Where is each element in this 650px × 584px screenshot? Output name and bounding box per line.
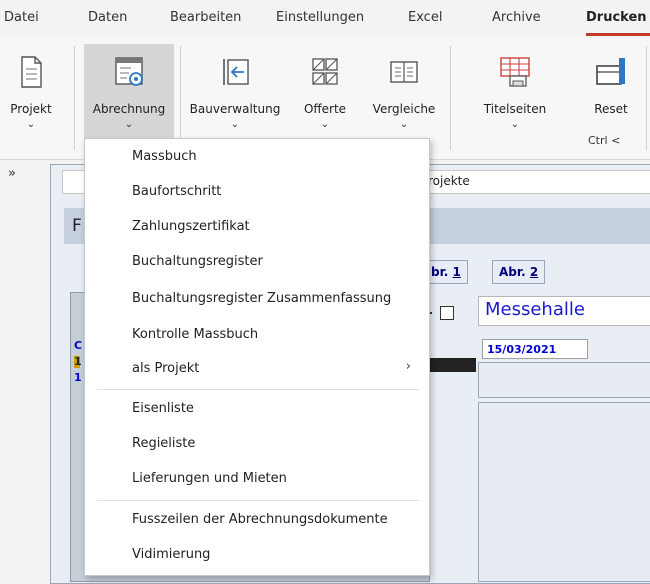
menu-tab-bearbeiten[interactable]: Bearbeiten	[170, 10, 241, 25]
menu-tab-daten[interactable]: Daten	[88, 10, 127, 25]
menu-item-lieferungen-und-mieten[interactable]: Lieferungen und Mieten	[132, 471, 287, 486]
menu-item-massbuch[interactable]: Massbuch	[132, 149, 197, 164]
ribbon-vergleiche-button[interactable]: Vergleiche ⌄	[364, 44, 444, 150]
menu-item-baufortschritt[interactable]: Baufortschritt	[132, 184, 221, 199]
select-checkbox[interactable]	[440, 306, 454, 320]
chevron-down-icon: ⌄	[320, 119, 330, 130]
table-print-icon	[500, 57, 530, 87]
ribbon-separator	[646, 46, 647, 150]
submenu-arrow-icon: ›	[405, 359, 411, 374]
ribbon-label: Projekt	[10, 102, 52, 116]
ribbon-label: Offerte	[303, 102, 347, 116]
menu-item-buchaltungsregister-zusammenfassung[interactable]: Buchaltungsregister Zusammenfassung	[132, 291, 391, 306]
abrechnung-dropdown-menu: Massbuch Baufortschritt Zahlungszertifik…	[84, 138, 430, 576]
menu-item-vidimierung[interactable]: Vidimierung	[132, 547, 210, 562]
tab-prefix: br.	[431, 265, 453, 279]
tab-prefix: Abr.	[499, 265, 530, 279]
ribbon-projekt-button[interactable]: Projekt ⌄	[0, 44, 62, 150]
menu-item-kontrolle-massbuch[interactable]: Kontrolle Massbuch	[132, 327, 258, 342]
chevron-down-icon: ⌄	[510, 119, 520, 130]
selected-row-bar	[424, 358, 476, 372]
menu-separator	[97, 500, 419, 501]
list-item: C	[74, 339, 83, 352]
ribbon-label: Abrechnung	[92, 102, 166, 116]
menu-separator	[97, 389, 419, 390]
menu-tab-datei[interactable]: Datei	[4, 10, 39, 25]
reset-panel-icon	[596, 58, 625, 85]
menu-item-eisenliste[interactable]: Eisenliste	[132, 401, 194, 416]
chevron-down-icon: ⌄	[124, 119, 134, 130]
tab-abr-2[interactable]: Abr. 2	[492, 260, 546, 284]
chevron-down-icon: ⌄	[230, 119, 240, 130]
menu-tab-archive[interactable]: Archive	[492, 10, 541, 25]
ribbon-label: Vergleiche	[372, 102, 436, 116]
ribbon-separator	[450, 46, 451, 150]
project-name-field[interactable]: Messehalle	[478, 296, 650, 326]
ribbon-separator	[180, 46, 181, 150]
invoice-gear-icon	[115, 57, 143, 86]
ribbon-label: Reset	[594, 102, 628, 116]
chevron-down-icon: ⌄	[399, 119, 409, 130]
date-field[interactable]: 15/03/2021	[482, 339, 588, 359]
menu-tab-excel[interactable]: Excel	[408, 10, 442, 25]
menu-item-zahlungszertifikat[interactable]: Zahlungszertifikat	[132, 219, 250, 234]
tab-abr-1[interactable]: br. 1	[424, 260, 468, 284]
ribbon-bauverwaltung-button[interactable]: Bauverwaltung ⌄	[186, 44, 284, 150]
info-panel	[478, 362, 650, 398]
menu-item-fusszeilen[interactable]: Fusszeilen der Abrechnungsdokumente	[132, 512, 388, 527]
ribbon-separator	[74, 46, 75, 150]
tab-number: 2	[529, 265, 539, 279]
document-title: rojekte	[428, 174, 470, 188]
ribbon-group-label: Ctrl <	[588, 134, 621, 147]
menu-tab-drucken[interactable]: Drucken	[586, 10, 647, 25]
ribbon-titelseiten-button[interactable]: Titelseiten ⌄	[456, 44, 574, 150]
menu-bar: Datei Daten Bearbeiten Einstellungen Exc…	[0, 0, 650, 38]
ribbon-abrechnung-button[interactable]: Abrechnung ⌄	[84, 44, 174, 150]
detail-panel	[478, 402, 650, 582]
menu-item-buchaltungsregister[interactable]: Buchaltungsregister	[132, 254, 263, 269]
ribbon-label: Titelseiten	[483, 102, 547, 116]
header-letter: F	[72, 216, 82, 236]
ribbon-label: Bauverwaltung	[189, 102, 281, 116]
tab-number: 1	[452, 265, 461, 279]
compare-columns-icon	[390, 61, 418, 83]
ribbon-offerte-button[interactable]: Offerte ⌄	[290, 44, 360, 150]
arrow-left-box-icon	[223, 59, 249, 85]
list-item: 1	[74, 355, 82, 368]
document-icon	[21, 56, 42, 88]
active-tab-underline	[586, 33, 650, 36]
chevron-down-icon: ⌄	[26, 119, 36, 130]
menu-item-regieliste[interactable]: Regieliste	[132, 436, 195, 451]
menu-tab-einstellungen[interactable]: Einstellungen	[276, 10, 364, 25]
grid-slash-icon	[312, 58, 338, 85]
left-list-stub: C 1 1	[74, 339, 83, 400]
menu-item-als-projekt[interactable]: als Projekt	[132, 361, 199, 376]
list-item: 1	[74, 371, 82, 384]
expand-panel-icon[interactable]: »	[8, 166, 16, 181]
